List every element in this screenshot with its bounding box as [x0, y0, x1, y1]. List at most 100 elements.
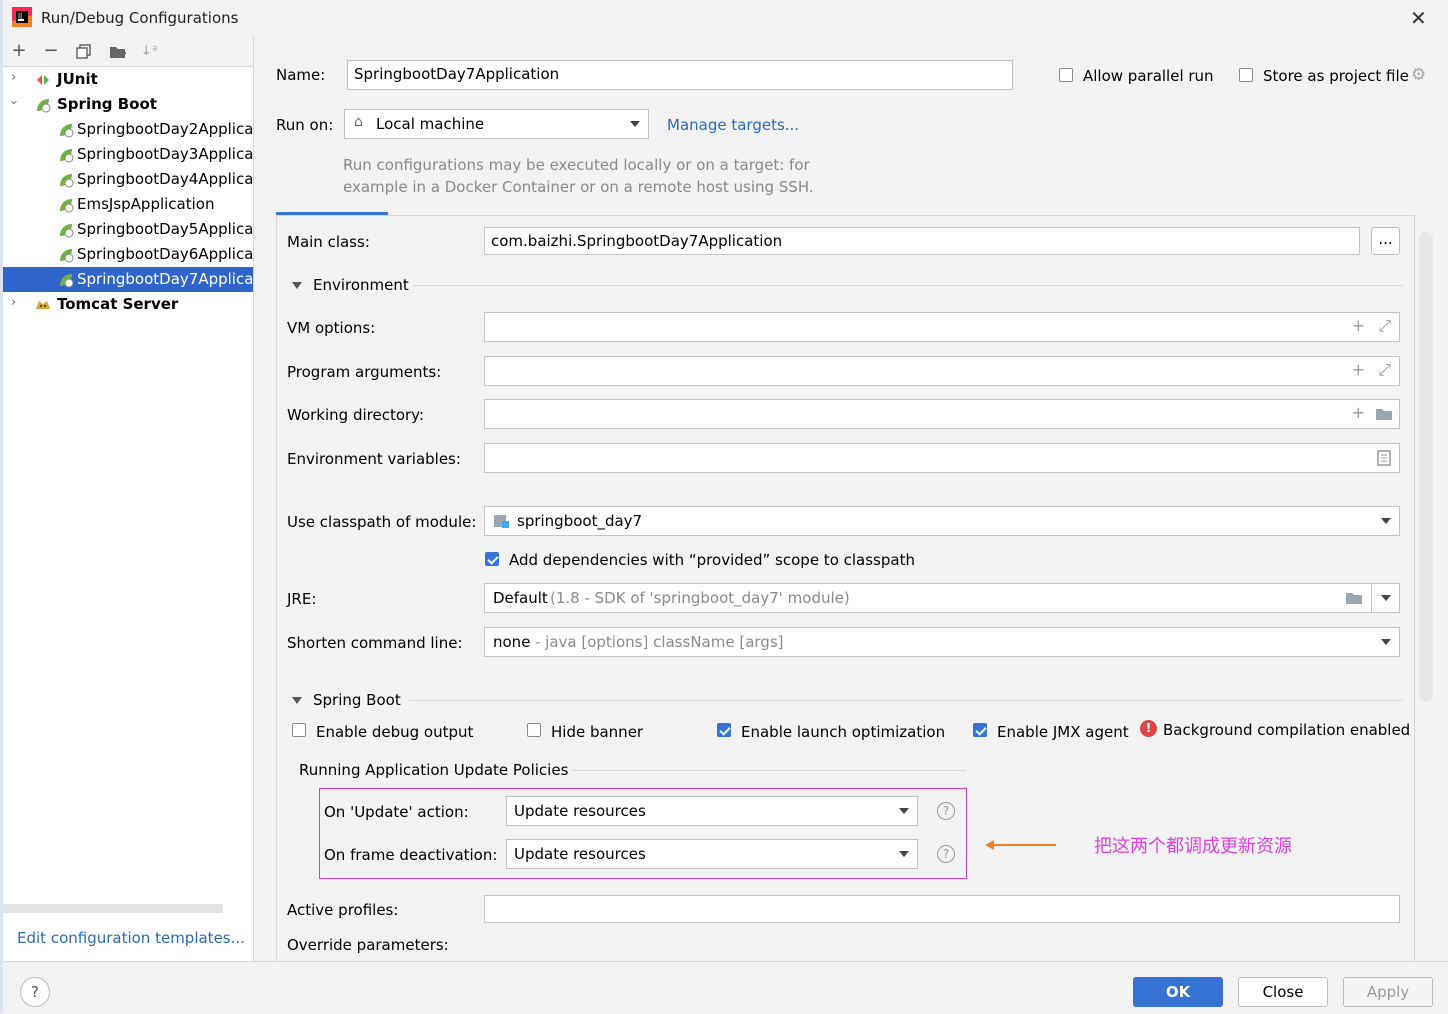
- vm-options-label: VM options:: [287, 319, 376, 337]
- name-input[interactable]: SpringbootDay7Application: [347, 60, 1013, 90]
- chevron-down-icon[interactable]: [1381, 595, 1391, 601]
- plus-icon[interactable]: +: [1352, 403, 1365, 422]
- spring-boot-separator: [409, 700, 1403, 701]
- classpath-select[interactable]: springboot_day7: [484, 506, 1400, 536]
- help-button[interactable]: ?: [20, 977, 50, 1007]
- active-profiles-input[interactable]: [484, 895, 1400, 923]
- main-class-value: com.baizhi.SpringbootDay7Application: [491, 232, 783, 250]
- tree-item-config[interactable]: SpringbootDay6Applica: [3, 242, 253, 267]
- tree-item-config[interactable]: EmsJspApplication: [3, 192, 253, 217]
- tree-item-spring-boot[interactable]: › Spring Boot: [3, 92, 253, 117]
- shorten-label: Shorten command line:: [287, 634, 463, 652]
- add-deps-checkbox[interactable]: [485, 552, 499, 566]
- ok-button[interactable]: OK: [1133, 977, 1223, 1007]
- folder-icon[interactable]: [1375, 407, 1393, 421]
- intellij-logo-icon: IJ: [12, 7, 32, 27]
- module-icon: [494, 515, 509, 528]
- spring-boot-icon: [60, 174, 74, 188]
- main-class-input[interactable]: com.baizhi.SpringbootDay7Application: [484, 227, 1360, 255]
- gear-icon[interactable]: ⚙: [1411, 65, 1426, 85]
- form-vertical-scrollbar[interactable]: [1419, 232, 1433, 702]
- env-vars-input[interactable]: [484, 443, 1400, 473]
- spring-boot-icon: [60, 149, 74, 163]
- folder-add-icon[interactable]: [109, 44, 127, 60]
- spring-boot-icon: [37, 99, 51, 113]
- jre-select[interactable]: Default (1.8 - SDK of 'springboot_day7' …: [484, 583, 1400, 613]
- program-args-input[interactable]: + ⤢: [484, 356, 1400, 386]
- run-on-select[interactable]: ⌂ Local machine: [344, 109, 649, 139]
- expand-icon[interactable]: ⤢: [1378, 316, 1391, 336]
- on-update-value: Update resources: [514, 802, 646, 820]
- warning-icon: !: [1140, 720, 1157, 737]
- help-icon[interactable]: ?: [937, 802, 955, 820]
- sort-icon[interactable]: ↓ᵃ: [139, 41, 159, 61]
- classpath-label: Use classpath of module:: [287, 513, 477, 531]
- tree-item-label: SpringbootDay7Applica: [77, 270, 253, 288]
- chevron-right-icon[interactable]: ›: [11, 295, 16, 310]
- chevron-down-icon: [1381, 639, 1391, 645]
- add-deps-label: Add dependencies with “provided” scope t…: [509, 551, 915, 569]
- spring-boot-icon: [60, 224, 74, 238]
- working-dir-input[interactable]: +: [484, 399, 1400, 429]
- tree-item-label: SpringbootDay4Applica: [77, 170, 253, 188]
- run-on-value: Local machine: [376, 115, 485, 133]
- name-label: Name:: [276, 66, 326, 84]
- tree-item-config[interactable]: SpringbootDay2Applica: [3, 117, 253, 142]
- run-on-hint-line1: Run configurations may be executed local…: [343, 156, 810, 174]
- apply-button[interactable]: Apply: [1343, 977, 1433, 1007]
- edit-templates-link[interactable]: Edit configuration templates...: [17, 929, 245, 947]
- folder-icon[interactable]: [1345, 591, 1363, 605]
- browse-main-class-button[interactable]: ...: [1371, 227, 1400, 255]
- enable-debug-checkbox[interactable]: [292, 723, 306, 737]
- classpath-value: springboot_day7: [517, 512, 643, 530]
- tree-item-tomcat[interactable]: › Tomcat Server: [3, 292, 253, 317]
- tree-item-config-selected[interactable]: SpringbootDay7Applica: [3, 267, 253, 292]
- tree-item-label: SpringbootDay2Applica: [77, 120, 253, 138]
- window-close-icon[interactable]: ✕: [1410, 6, 1427, 30]
- collapse-environment-icon[interactable]: [292, 282, 302, 289]
- working-dir-label: Working directory:: [287, 406, 425, 424]
- annotation-text: 把这两个都调成更新资源: [1094, 836, 1292, 857]
- chevron-down-icon: [630, 121, 640, 127]
- expand-icon[interactable]: ⤢: [1378, 360, 1391, 380]
- tree-item-config[interactable]: SpringbootDay4Applica: [3, 167, 253, 192]
- store-project-checkbox[interactable]: [1239, 68, 1253, 82]
- add-icon[interactable]: +: [9, 41, 29, 61]
- allow-parallel-label: Allow parallel run: [1083, 67, 1214, 85]
- help-icon[interactable]: ?: [937, 845, 955, 863]
- copy-icon[interactable]: [76, 44, 92, 60]
- remove-icon[interactable]: −: [41, 41, 61, 61]
- shorten-select[interactable]: none - java [options] className [args]: [484, 627, 1400, 657]
- allow-parallel-checkbox[interactable]: [1059, 68, 1073, 82]
- tree-toolbar: + − ↓ᵃ: [3, 36, 253, 67]
- jmx-agent-label: Enable JMX agent: [997, 723, 1129, 741]
- document-icon[interactable]: [1377, 450, 1391, 466]
- chevron-down-icon: [899, 851, 909, 857]
- on-frame-select[interactable]: Update resources: [506, 839, 918, 869]
- manage-targets-link[interactable]: Manage targets...: [667, 116, 799, 134]
- jre-value: Default: [493, 589, 548, 607]
- tree-horizontal-scrollbar[interactable]: [3, 904, 223, 913]
- chevron-down-icon[interactable]: ›: [6, 100, 21, 105]
- chevron-right-icon[interactable]: ›: [11, 70, 16, 85]
- on-frame-label: On frame deactivation:: [324, 846, 498, 864]
- launch-opt-checkbox[interactable]: [717, 723, 731, 737]
- jmx-agent-checkbox[interactable]: [973, 723, 987, 737]
- collapse-spring-boot-icon[interactable]: [292, 697, 302, 704]
- vm-options-input[interactable]: + ⤢: [484, 312, 1400, 342]
- chevron-down-icon: [1381, 518, 1391, 524]
- tree-item-junit[interactable]: › JUnit: [3, 67, 253, 92]
- chevron-down-icon: [899, 808, 909, 814]
- tree-item-config[interactable]: SpringbootDay3Applica: [3, 142, 253, 167]
- environment-separator: [413, 285, 1403, 286]
- launch-opt-label: Enable launch optimization: [741, 723, 946, 741]
- close-button[interactable]: Close: [1238, 977, 1328, 1007]
- on-update-select[interactable]: Update resources: [506, 796, 918, 826]
- plus-icon[interactable]: +: [1352, 316, 1365, 335]
- plus-icon[interactable]: +: [1352, 360, 1365, 379]
- tree-item-config[interactable]: SpringbootDay5Applica: [3, 217, 253, 242]
- tomcat-icon: [36, 301, 50, 309]
- title-bar: IJ Run/Debug Configurations ✕: [0, 0, 1448, 36]
- tree-item-label: EmsJspApplication: [77, 195, 215, 213]
- hide-banner-checkbox[interactable]: [527, 723, 541, 737]
